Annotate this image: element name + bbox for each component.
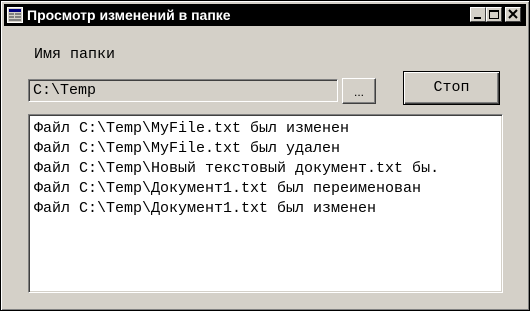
- main-window: Просмотр изменений в папке Имя папки C:\…: [0, 0, 530, 311]
- list-item[interactable]: Файл C:\Temp\MyFile.txt был изменен: [34, 119, 502, 139]
- close-icon: [508, 9, 518, 19]
- list-item[interactable]: Файл C:\Temp\Новый текстовый документ.tx…: [34, 159, 502, 179]
- application-icon[interactable]: [7, 7, 23, 23]
- list-item[interactable]: Файл C:\Temp\MyFile.txt был удален: [34, 139, 502, 159]
- change-log-list[interactable]: Файл C:\Temp\MyFile.txt был изменен Файл…: [28, 114, 503, 293]
- folder-path-input[interactable]: C:\Temp: [28, 79, 338, 102]
- browse-button[interactable]: ...: [342, 78, 376, 104]
- window-title: Просмотр изменений в папке: [27, 7, 231, 23]
- list-item[interactable]: Файл C:\Temp\Документ1.txt был изменен: [34, 199, 502, 219]
- title-bar[interactable]: Просмотр изменений в папке: [4, 4, 526, 26]
- close-button[interactable]: [505, 7, 521, 22]
- minimize-button[interactable]: [470, 7, 486, 22]
- maximize-icon: [489, 10, 499, 19]
- stop-button[interactable]: Стоп: [403, 71, 500, 105]
- maximize-button[interactable]: [486, 7, 502, 22]
- folder-name-label: Имя папки: [34, 46, 116, 63]
- list-item[interactable]: Файл C:\Temp\Документ1.txt был переимено…: [34, 179, 502, 199]
- minimize-icon: [474, 17, 481, 19]
